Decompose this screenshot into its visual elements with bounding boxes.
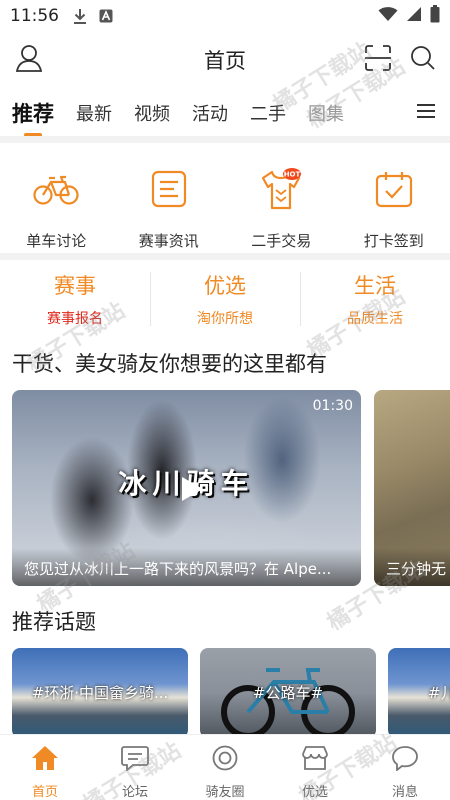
download-icon bbox=[73, 8, 87, 24]
tab-latest[interactable]: 最新 bbox=[76, 100, 112, 126]
category-subtitle: 赛事报名 bbox=[47, 311, 103, 327]
app-notification-icon bbox=[99, 9, 113, 23]
calendar-check-icon bbox=[371, 166, 417, 212]
user-icon[interactable] bbox=[14, 43, 44, 77]
topic-card[interactable]: #儿 bbox=[388, 648, 450, 734]
category-subtitle: 淘你所想 bbox=[197, 311, 253, 327]
category-title: 生活 bbox=[354, 274, 396, 298]
quick-item-bike-discussion[interactable]: 单车讨论 bbox=[0, 148, 113, 254]
nav-label: 骑友圈 bbox=[205, 785, 245, 800]
news-icon bbox=[146, 166, 192, 212]
search-icon[interactable] bbox=[410, 45, 436, 75]
quick-item-label: 单车讨论 bbox=[26, 232, 87, 250]
topic-label: #公路车# bbox=[252, 684, 324, 702]
quick-item-label: 二手交易 bbox=[251, 232, 312, 250]
section-title-featured: 干货、美女骑友你想要的这里都有 bbox=[12, 352, 327, 376]
video-card[interactable]: 三分钟无 bbox=[374, 390, 450, 586]
tab-gallery[interactable]: 图集 bbox=[308, 100, 344, 126]
category-tabs: 推荐 最新 视频 活动 二手 图集 bbox=[0, 90, 450, 137]
play-icon[interactable] bbox=[176, 474, 206, 504]
nav-forum[interactable]: 论坛 bbox=[90, 735, 180, 800]
video-duration: 01:30 bbox=[312, 398, 353, 414]
message-icon bbox=[391, 745, 419, 775]
home-icon bbox=[31, 745, 59, 775]
nav-messages[interactable]: 消息 bbox=[360, 735, 450, 800]
category-race[interactable]: 赛事 赛事报名 bbox=[0, 262, 150, 336]
tab-activity[interactable]: 活动 bbox=[192, 100, 228, 126]
quick-item-label: 打卡签到 bbox=[363, 232, 424, 250]
circle-icon bbox=[211, 745, 239, 775]
video-caption: 三分钟无 bbox=[374, 548, 450, 586]
status-time: 11:56 bbox=[10, 6, 59, 26]
category-selected[interactable]: 优选 淘你所想 bbox=[150, 262, 300, 336]
topic-label: #环浙·中国畲乡骑... bbox=[31, 684, 169, 702]
nav-label: 优选 bbox=[301, 785, 328, 800]
store-icon bbox=[301, 745, 329, 775]
quick-item-checkin[interactable]: 打卡签到 bbox=[338, 148, 450, 254]
topic-card[interactable]: #环浙·中国畲乡骑... bbox=[12, 648, 188, 734]
category-title: 赛事 bbox=[54, 274, 96, 298]
topic-label: #儿 bbox=[428, 684, 450, 702]
quick-item-label: 赛事资讯 bbox=[138, 232, 199, 250]
jersey-hot-icon: HOT bbox=[258, 166, 304, 212]
forum-icon bbox=[121, 745, 149, 775]
status-bar: 11:56 bbox=[0, 0, 450, 32]
topic-card[interactable]: #公路车# bbox=[200, 648, 376, 734]
nav-home[interactable]: 首页 bbox=[0, 735, 90, 800]
tab-secondhand[interactable]: 二手 bbox=[250, 100, 286, 126]
nav-label: 论坛 bbox=[121, 785, 148, 800]
divider bbox=[0, 253, 450, 260]
menu-icon[interactable] bbox=[416, 102, 436, 124]
tab-video[interactable]: 视频 bbox=[134, 100, 170, 126]
nav-selected[interactable]: 优选 bbox=[270, 735, 360, 800]
nav-label: 首页 bbox=[31, 785, 58, 800]
quick-entry-grid: 单车讨论 赛事资讯 HOT 二手交易 打卡签到 bbox=[0, 148, 450, 254]
topic-carousel[interactable]: #环浙·中国畲乡骑... #公路车# #儿 bbox=[12, 648, 450, 734]
svg-text:HOT: HOT bbox=[284, 171, 301, 179]
scan-icon[interactable] bbox=[364, 44, 392, 76]
signal-icon bbox=[406, 6, 422, 26]
bicycle-icon bbox=[33, 166, 79, 212]
quick-item-secondhand[interactable]: HOT 二手交易 bbox=[225, 148, 338, 254]
app-header: 首页 bbox=[0, 32, 450, 88]
divider bbox=[0, 136, 450, 143]
nav-label: 消息 bbox=[391, 785, 418, 800]
video-card[interactable]: 01:30 冰川骑车 您见过从冰川上一路下来的风景吗？在 Alpe... bbox=[12, 390, 361, 586]
bottom-navigation: 首页 论坛 骑友圈 优选 消息 bbox=[0, 734, 450, 800]
tab-recommend[interactable]: 推荐 bbox=[12, 98, 54, 137]
category-entries: 赛事 赛事报名 优选 淘你所想 生活 品质生活 bbox=[0, 262, 450, 336]
tabs-fade bbox=[366, 90, 406, 136]
category-life[interactable]: 生活 品质生活 bbox=[300, 262, 450, 336]
nav-riders-circle[interactable]: 骑友圈 bbox=[180, 735, 270, 800]
category-title: 优选 bbox=[204, 274, 246, 298]
category-subtitle: 品质生活 bbox=[347, 311, 403, 327]
video-caption: 您见过从冰川上一路下来的风景吗？在 Alpe... bbox=[12, 548, 361, 586]
wifi-icon bbox=[378, 6, 398, 26]
battery-icon bbox=[430, 5, 440, 27]
section-title-topics: 推荐话题 bbox=[12, 610, 96, 634]
quick-item-race-news[interactable]: 赛事资讯 bbox=[113, 148, 226, 254]
video-carousel[interactable]: 01:30 冰川骑车 您见过从冰川上一路下来的风景吗？在 Alpe... 三分钟… bbox=[12, 390, 450, 588]
